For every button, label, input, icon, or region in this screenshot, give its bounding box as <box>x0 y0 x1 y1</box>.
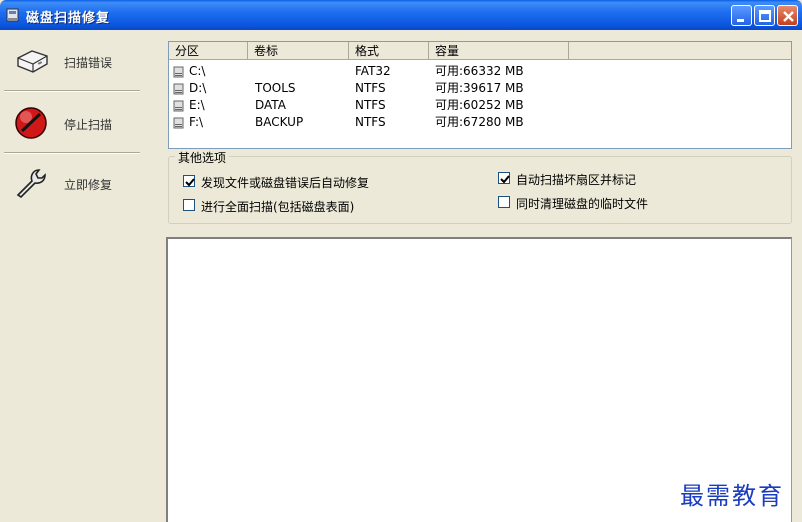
partition-cell: E:\ <box>189 98 205 112</box>
title-bar: 磁盘扫描修复 <box>0 0 802 30</box>
other-options-group: 其他选项 发现文件或磁盘错误后自动修复 进行全面扫描(包括磁盘表面) 自动扫描坏… <box>168 149 792 224</box>
minimize-icon <box>737 19 744 22</box>
column-header-empty <box>569 42 791 60</box>
capacity-cell: 可用:60252 MB <box>435 98 524 112</box>
partition-cell: C:\ <box>189 64 206 78</box>
drive-list-header: 分区 卷标 格式 容量 <box>169 42 791 60</box>
maximize-icon <box>759 10 771 22</box>
column-header-label[interactable]: 卷标 <box>248 42 349 60</box>
checkmark-icon <box>185 178 195 187</box>
column-header-capacity[interactable]: 容量 <box>429 42 569 60</box>
full-scan-label[interactable]: 进行全面扫描(包括磁盘表面) <box>201 198 354 215</box>
format-cell: NTFS <box>355 115 386 129</box>
format-cell: FAT32 <box>355 64 391 78</box>
options-legend: 其他选项 <box>175 149 230 166</box>
sidebar: 扫描错误 停止扫描 立即修复 <box>0 30 160 522</box>
bad-sector-checkbox[interactable] <box>498 172 510 184</box>
drive-icon <box>173 66 184 78</box>
column-header-partition[interactable]: 分区 <box>169 42 248 60</box>
watermark: 最需教育 <box>680 482 784 510</box>
stop-icon <box>15 107 47 139</box>
disk-icon <box>17 50 48 73</box>
partition-cell: F:\ <box>189 115 204 129</box>
auto-repair-checkbox[interactable] <box>183 175 195 187</box>
drive-icon <box>173 100 184 112</box>
close-icon <box>783 11 794 22</box>
partition-cell: D:\ <box>189 81 207 95</box>
table-row[interactable]: C:\ FAT32 可用:66332 MB <box>169 63 791 80</box>
drive-icon <box>173 83 184 95</box>
minimize-button[interactable] <box>731 5 752 26</box>
capacity-cell: 可用:39617 MB <box>435 81 524 95</box>
repair-now-button[interactable]: 立即修复 <box>4 152 140 214</box>
label-cell: BACKUP <box>255 115 304 129</box>
close-button[interactable] <box>777 5 798 26</box>
table-row[interactable]: D:\ TOOLS NTFS 可用:39617 MB <box>169 80 791 97</box>
table-row[interactable]: F:\ BACKUP NTFS 可用:67280 MB <box>169 114 791 131</box>
column-header-format[interactable]: 格式 <box>349 42 429 60</box>
drive-icon <box>173 117 184 129</box>
clean-temp-label[interactable]: 同时清理磁盘的临时文件 <box>516 195 648 212</box>
bad-sector-label[interactable]: 自动扫描坏扇区并标记 <box>516 171 636 188</box>
window-title: 磁盘扫描修复 <box>26 11 111 26</box>
app-icon <box>6 8 19 22</box>
wrench-icon <box>16 169 46 199</box>
auto-repair-label[interactable]: 发现文件或磁盘错误后自动修复 <box>201 174 369 191</box>
format-cell: NTFS <box>355 98 386 112</box>
maximize-button[interactable] <box>754 5 775 26</box>
table-row[interactable]: E:\ DATA NTFS 可用:60252 MB <box>169 97 791 114</box>
scan-errors-button[interactable]: 扫描错误 <box>4 30 140 92</box>
label-cell: DATA <box>255 98 286 112</box>
format-cell: NTFS <box>355 81 386 95</box>
sidebar-item-label: 停止扫描 <box>64 118 113 132</box>
stop-scan-button[interactable]: 停止扫描 <box>4 92 140 154</box>
sidebar-item-label: 立即修复 <box>64 178 113 192</box>
clean-temp-checkbox[interactable] <box>498 196 510 208</box>
checkmark-icon <box>500 175 510 184</box>
sidebar-item-label: 扫描错误 <box>64 56 113 70</box>
capacity-cell: 可用:66332 MB <box>435 64 524 78</box>
main-panel: 分区 卷标 格式 容量 C:\ FAT32 可用:66332 MB D:\ TO… <box>160 30 802 522</box>
full-scan-checkbox[interactable] <box>183 199 195 211</box>
label-cell: TOOLS <box>255 81 296 95</box>
capacity-cell: 可用:67280 MB <box>435 115 524 129</box>
drive-list[interactable]: 分区 卷标 格式 容量 C:\ FAT32 可用:66332 MB D:\ TO… <box>168 41 792 149</box>
